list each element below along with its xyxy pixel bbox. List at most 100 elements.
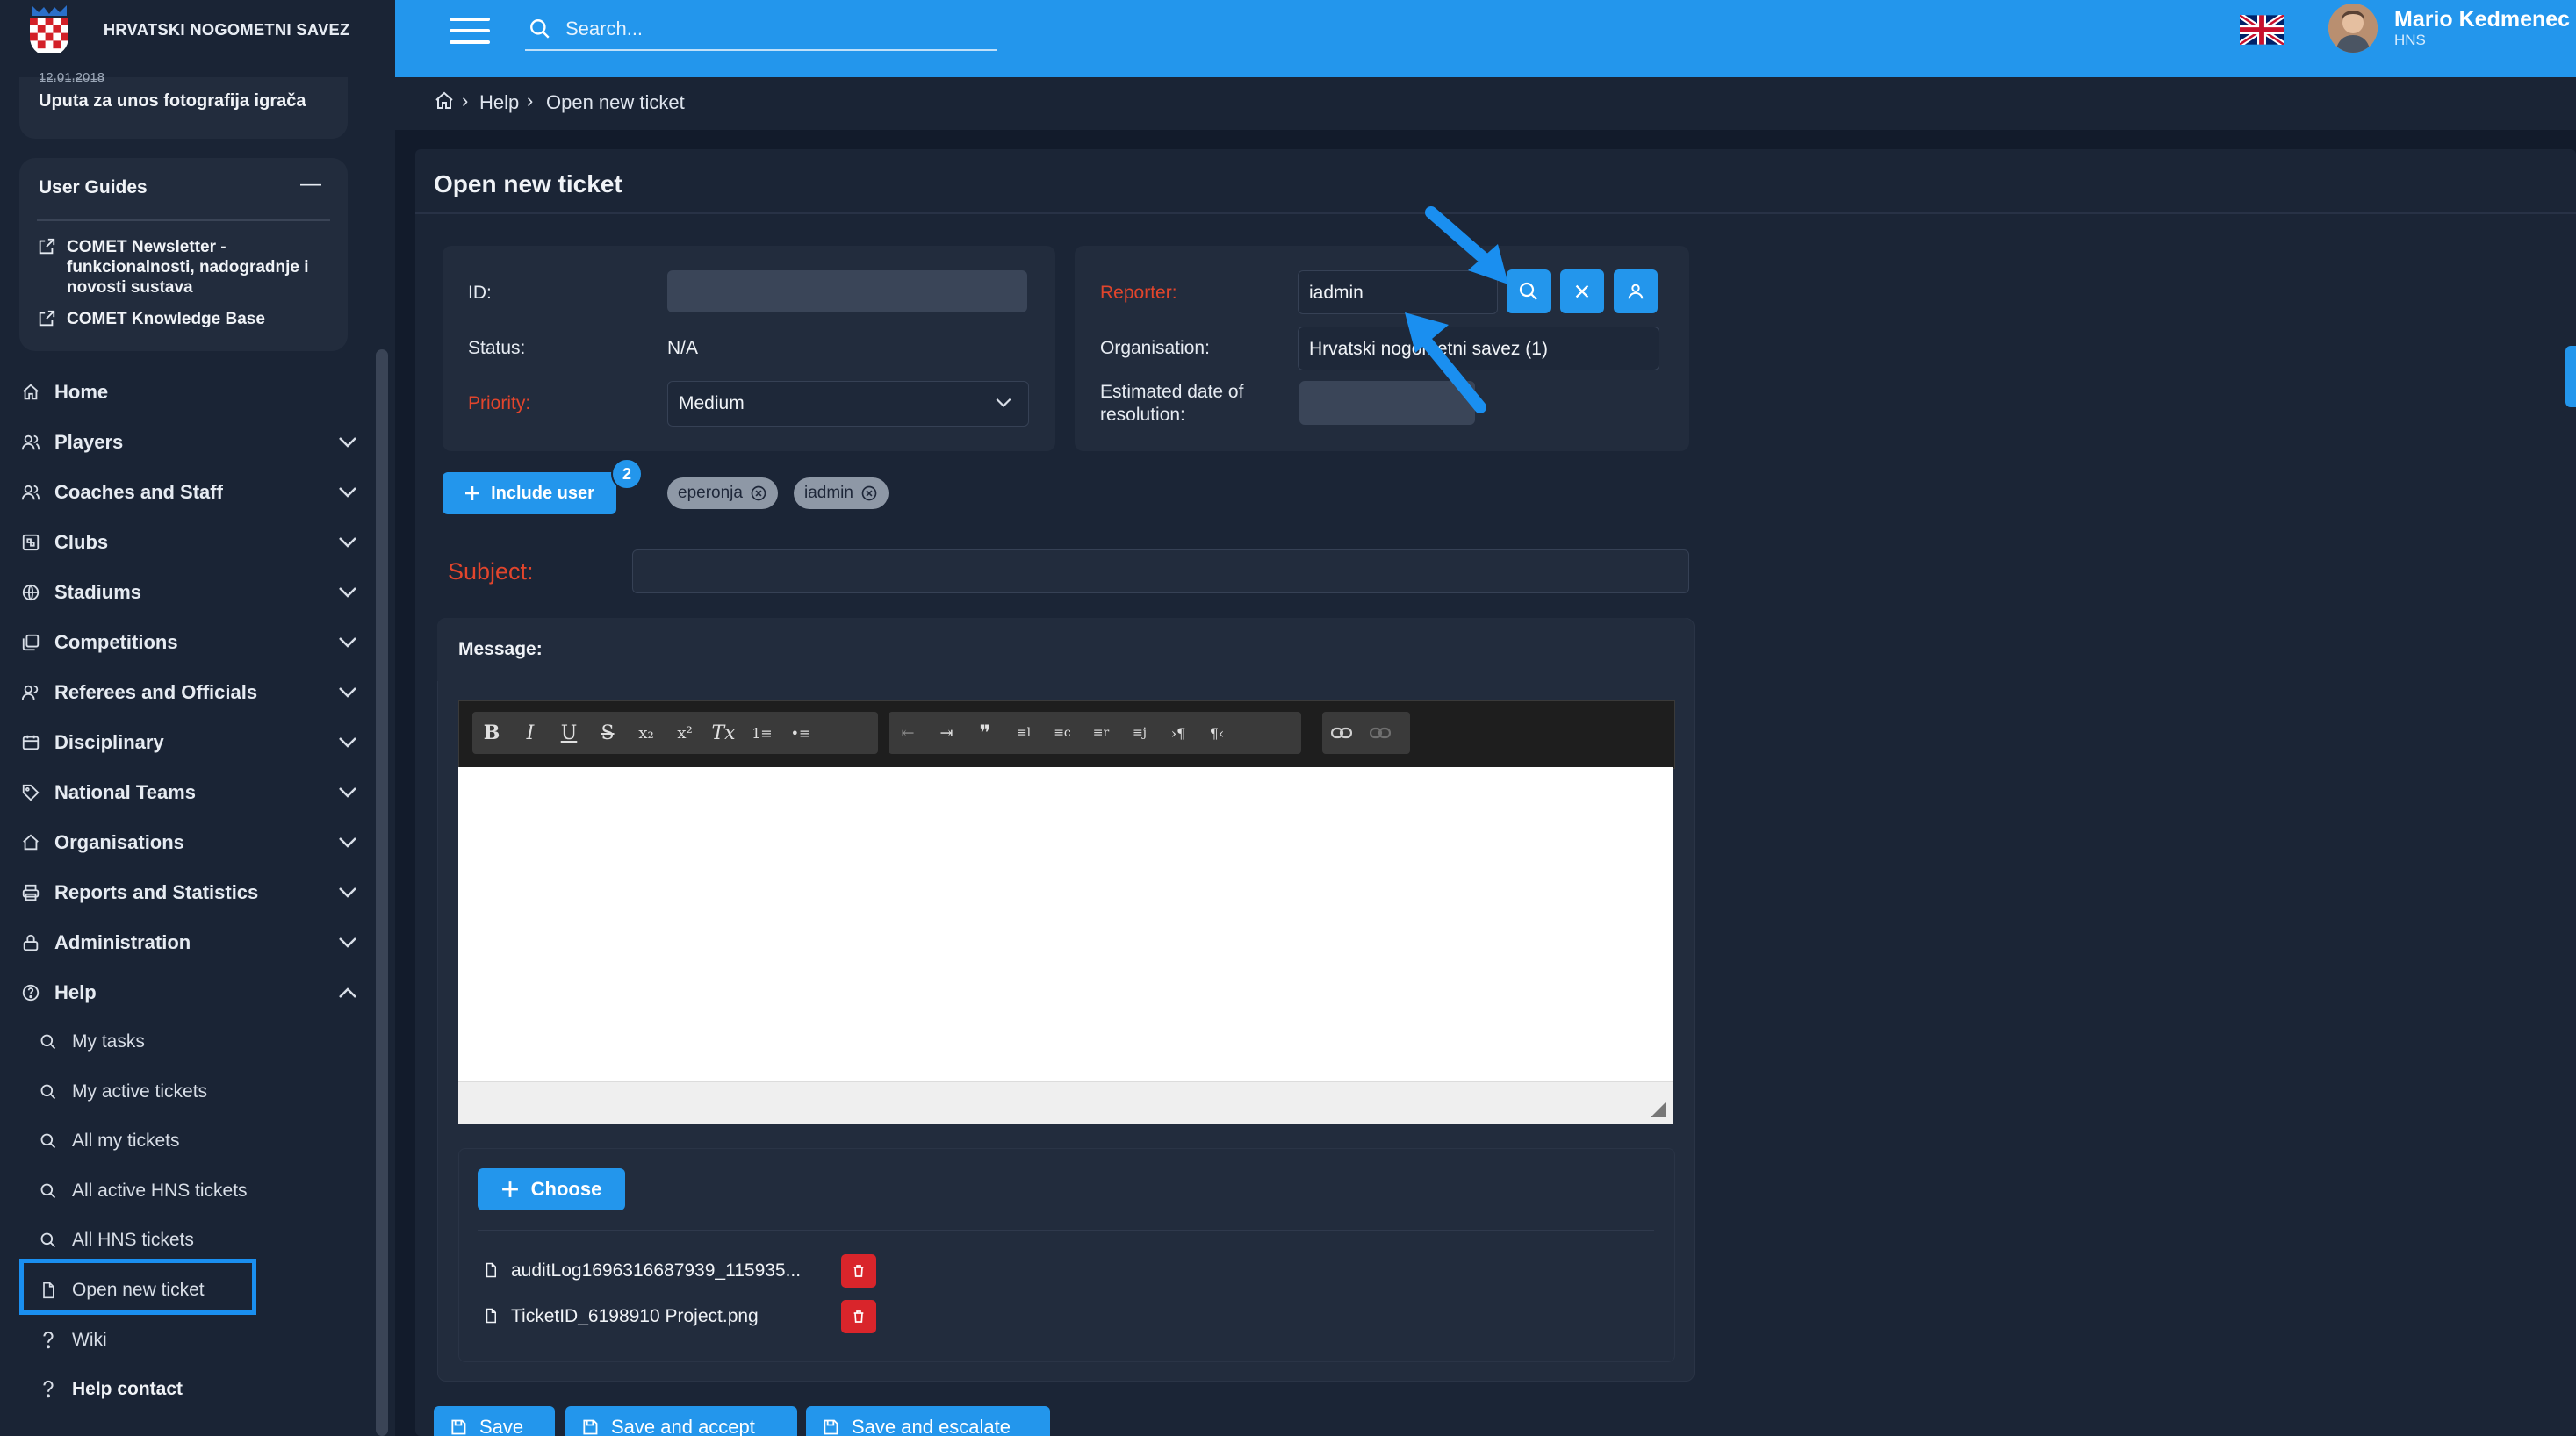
reporter-clear-button[interactable] — [1560, 269, 1604, 313]
save-icon — [450, 1418, 467, 1436]
save-button[interactable]: Save — [434, 1406, 555, 1436]
help-sub-all-active-hns-tickets[interactable]: All active HNS tickets — [35, 1169, 351, 1213]
indent-button[interactable]: ⇥ — [927, 714, 966, 752]
subject-input[interactable] — [632, 549, 1689, 593]
disciplinary-icon — [18, 729, 44, 756]
help-sub-my-active-tickets[interactable]: My active tickets — [35, 1070, 351, 1114]
chip-label: iadmin — [804, 484, 853, 502]
priority-select[interactable]: Medium — [667, 381, 1029, 427]
search-icon — [529, 18, 551, 40]
superscript-button[interactable]: x² — [666, 714, 704, 752]
save-and-accept-button[interactable]: Save and accept — [565, 1406, 797, 1436]
nav-stadiums[interactable]: Stadiums — [18, 571, 360, 614]
nav-disciplinary[interactable]: Disciplinary — [18, 721, 360, 765]
help-sub-label: My tasks — [72, 1031, 145, 1052]
user-guide-link-knowledge-base[interactable]: COMET Knowledge Base — [37, 309, 335, 329]
hamburger-menu-button[interactable] — [450, 16, 490, 46]
remove-chip-icon[interactable] — [860, 485, 878, 502]
nav-national-teams[interactable]: National Teams — [18, 771, 360, 815]
help-sub-wiki[interactable]: Wiki — [35, 1318, 351, 1362]
subscript-button[interactable]: x₂ — [627, 714, 666, 752]
save-and-accept-label: Save and accept — [611, 1416, 755, 1436]
nav-referees-and-officials[interactable]: Referees and Officials — [18, 671, 360, 714]
save-and-escalate-button[interactable]: Save and escalate — [806, 1406, 1050, 1436]
bold-button[interactable]: B — [472, 714, 511, 752]
nav-reports-and-statistics[interactable]: Reports and Statistics — [18, 871, 360, 915]
align-left-button[interactable]: ≡l — [1004, 714, 1043, 752]
search-input[interactable]: Search... — [565, 18, 643, 40]
help-sub-label: All HNS tickets — [72, 1230, 194, 1250]
nav-administration[interactable]: Administration — [18, 921, 360, 965]
status-label: Status: — [468, 338, 526, 358]
editor-link-group — [1322, 712, 1410, 754]
numbered-list-button[interactable]: 1≡ — [743, 714, 781, 752]
user-guides-collapse-button[interactable]: — — [300, 172, 321, 197]
include-user-label: Include user — [491, 483, 594, 503]
help-sub-label: All my tickets — [72, 1131, 180, 1151]
link-button[interactable] — [1322, 714, 1361, 752]
help-sub-all-my-tickets[interactable]: All my tickets — [35, 1119, 351, 1163]
remove-format-button[interactable]: Tx — [704, 714, 743, 752]
sidebar-scrollbar[interactable] — [376, 349, 388, 1436]
align-right-button[interactable]: ≡r — [1082, 714, 1120, 752]
message-editor[interactable] — [458, 767, 1673, 1081]
nav-label: Help — [54, 981, 97, 1003]
news-title[interactable]: Uputa za unos fotografija igrača — [39, 91, 306, 111]
breadcrumb-help[interactable]: Help — [479, 91, 519, 114]
chevron-down-icon — [335, 930, 360, 955]
organisation-label: Organisation: — [1100, 338, 1210, 358]
nav-clubs[interactable]: Clubs — [18, 521, 360, 564]
nav-home[interactable]: Home — [18, 370, 360, 414]
user-guide-link-label[interactable]: COMET Newsletter - funkcionalnosti, nado… — [67, 237, 335, 298]
plus-icon — [501, 1181, 519, 1198]
hns-logo[interactable] — [26, 2, 72, 60]
avatar[interactable] — [2328, 4, 2378, 53]
underline-button[interactable]: U — [550, 714, 588, 752]
user-name[interactable]: Mario Kedmenec — [2394, 7, 2570, 32]
delete-attachment-button[interactable] — [841, 1254, 876, 1288]
delete-attachment-button[interactable] — [841, 1300, 876, 1333]
clubs-icon — [18, 529, 44, 556]
ltr-button[interactable]: ›¶ — [1159, 714, 1198, 752]
nav-organisations[interactable]: Organisations — [18, 821, 360, 865]
rtl-button[interactable]: ¶‹ — [1198, 714, 1236, 752]
help-sub-my-tasks[interactable]: My tasks — [35, 1020, 351, 1064]
choose-file-label: Choose — [530, 1178, 602, 1200]
include-count-badge: 2 — [611, 458, 643, 490]
nav-competitions[interactable]: Competitions — [18, 621, 360, 664]
resize-handle-icon[interactable] — [1651, 1102, 1666, 1117]
divider — [37, 219, 330, 221]
user-guide-link-newsletter[interactable]: COMET Newsletter - funkcionalnosti, nado… — [37, 237, 335, 298]
search-icon — [35, 1178, 61, 1204]
italic-button[interactable]: I — [511, 714, 550, 752]
competitions-icon — [18, 629, 44, 656]
help-sub-help-contact[interactable]: Help contact — [35, 1368, 351, 1411]
chevron-down-icon — [335, 780, 360, 805]
choose-file-button[interactable]: Choose — [478, 1168, 625, 1210]
user-guide-link-label[interactable]: COMET Knowledge Base — [67, 309, 335, 329]
justify-button[interactable]: ≡j — [1120, 714, 1159, 752]
nav-coaches-and-staff[interactable]: Coaches and Staff — [18, 470, 360, 514]
outdent-button[interactable]: ⇤ — [889, 714, 927, 752]
home-icon[interactable] — [434, 90, 455, 111]
editor-paragraph-group: ⇤ ⇥ ❞ ≡l ≡c ≡r ≡j ›¶ ¶‹ — [889, 712, 1301, 754]
chevron-up-icon — [335, 980, 360, 1005]
reporter-user-button[interactable] — [1614, 269, 1658, 313]
strikethrough-button[interactable]: S — [588, 714, 627, 752]
trash-icon — [852, 1263, 866, 1279]
breadcrumb-separator: › — [527, 90, 534, 111]
nav-help[interactable]: Help — [18, 971, 360, 1015]
remove-chip-icon[interactable] — [750, 485, 767, 502]
unlink-button[interactable] — [1361, 714, 1400, 752]
side-panel-tab[interactable] — [2565, 346, 2576, 407]
help-sub-label: Wiki — [72, 1330, 107, 1350]
align-center-button[interactable]: ≡c — [1043, 714, 1082, 752]
user-guides-title: User Guides — [39, 177, 148, 197]
open-new-ticket-highlight — [19, 1259, 256, 1315]
blockquote-button[interactable]: ❞ — [966, 714, 1004, 752]
uk-flag-icon[interactable] — [2240, 15, 2284, 45]
help-sub-all-hns-tickets[interactable]: All HNS tickets — [35, 1218, 351, 1262]
include-user-button[interactable]: Include user — [443, 472, 616, 514]
nav-players[interactable]: Players — [18, 420, 360, 464]
bullet-list-button[interactable]: •≡ — [781, 714, 820, 752]
